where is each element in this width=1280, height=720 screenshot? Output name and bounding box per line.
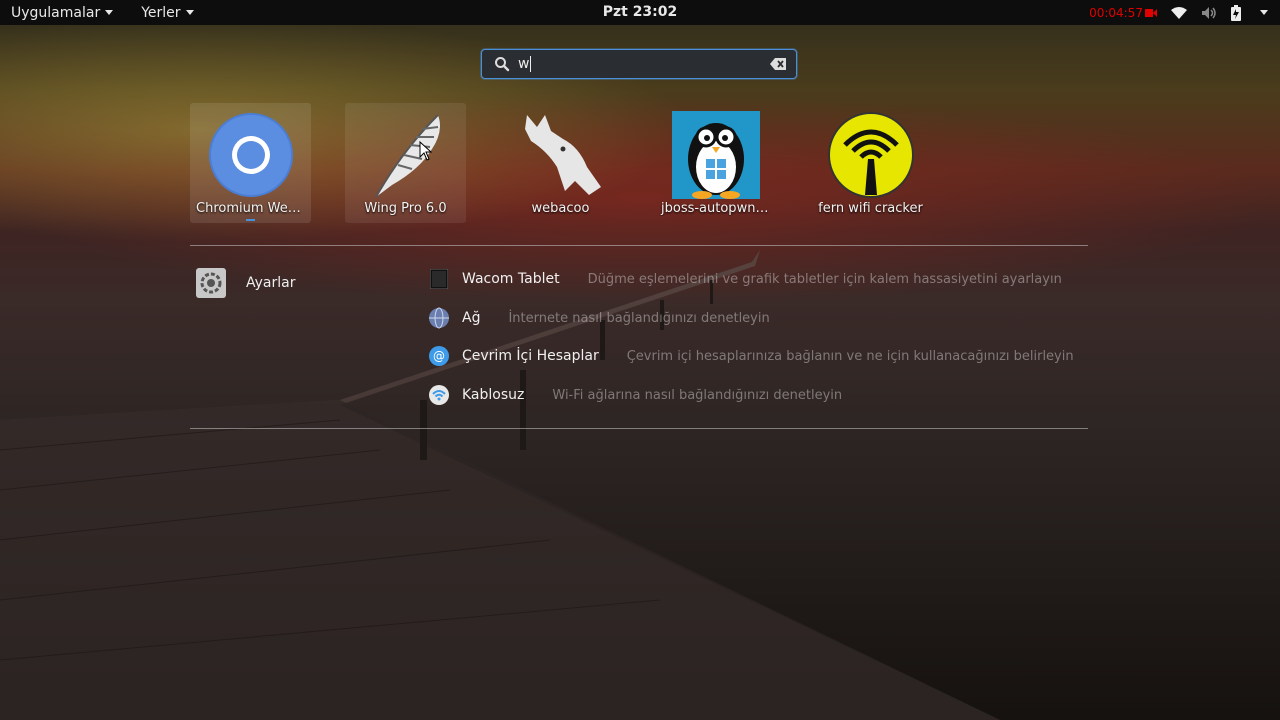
- clear-search-icon[interactable]: [770, 58, 786, 70]
- result-description: Wi-Fi ağlarına nasıl bağlandığınızı dene…: [552, 387, 843, 403]
- volume-icon: [1202, 6, 1216, 19]
- separator: [190, 245, 1088, 246]
- app-tile-wing-pro[interactable]: Wing Pro 6.0: [345, 103, 466, 223]
- recorder-indicator[interactable]: 00:04:57: [1089, 6, 1157, 20]
- separator: [190, 428, 1088, 429]
- result-wacom-tablet[interactable]: Wacom Tablet Düğme eşlemelerini ve grafi…: [428, 266, 1062, 292]
- places-menu[interactable]: Yerler: [141, 4, 194, 21]
- recorder-time: 00:04:57: [1089, 5, 1143, 20]
- system-tray[interactable]: 00:04:57: [1089, 0, 1268, 25]
- webacoo-dragon-icon: [524, 115, 601, 195]
- chromium-icon: [208, 113, 293, 197]
- app-label: webacoo: [531, 201, 590, 216]
- result-description: Düğme eşlemelerini ve grafik tabletler i…: [587, 271, 1062, 287]
- result-name: Wacom Tablet: [462, 271, 560, 287]
- chevron-down-icon: [105, 10, 114, 15]
- svg-text:@: @: [433, 349, 445, 363]
- result-network[interactable]: Ağ İnternete nasıl bağlandığınızı denetl…: [428, 305, 770, 331]
- wacom-tablet-icon: [428, 268, 450, 290]
- app-tile-jboss-autopwn[interactable]: jboss-autopwn-...: [655, 103, 776, 223]
- places-menu-label: Yerler: [141, 4, 181, 21]
- wifi-icon: [1171, 6, 1187, 19]
- app-label: fern wifi cracker: [818, 201, 923, 216]
- recorder-icon: [1145, 8, 1157, 17]
- search-icon: [495, 57, 510, 72]
- online-accounts-icon: @: [428, 345, 450, 367]
- result-wireless[interactable]: Kablosuz Wi-Fi ağlarına nasıl bağlandığı…: [428, 382, 842, 408]
- result-description: Çevrim içi hesaplarınıza bağlanın ve ne …: [626, 348, 1074, 364]
- result-online-accounts[interactable]: @ Çevrim İçi Hesaplar Çevrim içi hesapla…: [428, 343, 1074, 369]
- app-label: Chromium Web...: [196, 201, 309, 216]
- mouse-pointer-icon: [419, 141, 433, 161]
- text-cursor: [530, 56, 532, 72]
- app-label: Wing Pro 6.0: [364, 201, 447, 216]
- app-tile-fern-wifi-cracker[interactable]: fern wifi cracker: [810, 103, 931, 223]
- app-results-grid: Chromium Web... Wing Pro 6.0 webacoo jbo…: [190, 103, 970, 223]
- power-menu-caret: [1260, 10, 1268, 15]
- search-box[interactable]: w: [481, 49, 797, 79]
- search-query: w: [518, 56, 530, 72]
- jboss-penguin-icon: [671, 111, 760, 199]
- network-globe-icon: [428, 307, 450, 329]
- search-provider-settings[interactable]: Ayarlar: [196, 268, 295, 298]
- applications-menu[interactable]: Uygulamalar: [11, 4, 114, 21]
- search-input[interactable]: w: [518, 56, 770, 72]
- wireless-icon: [428, 384, 450, 406]
- running-indicator: [246, 219, 255, 221]
- fern-wifi-icon: [827, 112, 914, 198]
- clock[interactable]: Pzt 23:02: [603, 4, 678, 20]
- app-tile-webacoo[interactable]: webacoo: [500, 103, 621, 223]
- result-name: Kablosuz: [462, 387, 525, 403]
- applications-menu-label: Uygulamalar: [11, 4, 101, 21]
- provider-name: Ayarlar: [246, 275, 296, 291]
- battery-icon: [1231, 4, 1241, 21]
- settings-gear-icon: [196, 268, 226, 298]
- top-bar: Uygulamalar Yerler Pzt 23:02 00:04:57: [0, 0, 1280, 25]
- result-description: İnternete nasıl bağlandığınızı denetleyi…: [508, 310, 770, 326]
- wing-pro-feather-icon: [374, 114, 440, 198]
- result-name: Çevrim İçi Hesaplar: [462, 348, 599, 364]
- chevron-down-icon: [185, 10, 194, 15]
- result-name: Ağ: [462, 310, 481, 326]
- app-label: jboss-autopwn-...: [661, 201, 773, 216]
- app-tile-chromium[interactable]: Chromium Web...: [190, 103, 311, 223]
